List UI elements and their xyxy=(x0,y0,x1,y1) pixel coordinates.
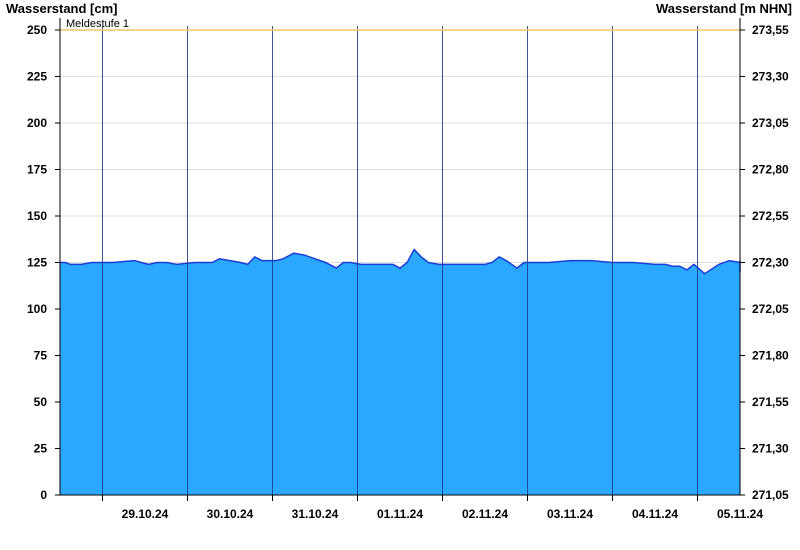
y-tick-label-left: 50 xyxy=(34,395,48,409)
y-tick-label-left: 150 xyxy=(27,209,47,223)
y-tick-label-right: 272,30 xyxy=(752,256,789,270)
y-tick-label-left: 75 xyxy=(34,349,48,363)
y-tick-label-left: 250 xyxy=(27,23,47,37)
y-tick-label-left: 25 xyxy=(34,442,48,456)
x-tick-label: 03.11.24 xyxy=(547,507,593,521)
x-tick-label: 04.11.24 xyxy=(632,507,678,521)
y-tick-label-right: 271,30 xyxy=(752,442,789,456)
y-tick-label-left: 175 xyxy=(27,163,47,177)
y-tick-label-right: 272,80 xyxy=(752,163,789,177)
y-tick-label-left: 100 xyxy=(27,302,47,316)
x-tick-label: 31.10.24 xyxy=(292,507,339,521)
right-axis-title: Wasserstand [m NHN] xyxy=(656,1,792,16)
y-tick-label-right: 272,05 xyxy=(752,302,789,316)
y-tick-label-right: 273,05 xyxy=(752,116,789,130)
y-tick-label-right: 271,05 xyxy=(752,488,789,502)
y-tick-label-left: 200 xyxy=(27,116,47,130)
x-tick-label: 02.11.24 xyxy=(462,507,508,521)
y-tick-label-right: 273,30 xyxy=(752,70,789,84)
y-tick-label-left: 225 xyxy=(27,70,47,84)
x-tick-label: 01.11.24 xyxy=(377,507,423,521)
x-tick-label: 29.10.24 xyxy=(122,507,169,521)
x-tick-label: 05.11.24 xyxy=(717,507,763,521)
water-level-area xyxy=(60,248,741,495)
y-tick-label-right: 271,55 xyxy=(752,395,789,409)
left-axis-title: Wasserstand [cm] xyxy=(6,1,118,16)
y-tick-label-right: 271,80 xyxy=(752,349,789,363)
y-tick-label-right: 272,55 xyxy=(752,209,789,223)
x-tick-label: 30.10.24 xyxy=(207,507,254,521)
reference-line: Meldestufe 1 xyxy=(60,18,740,31)
water-level-chart: Meldestufe 1 0 271,05 25 271,30 50 271,55 75 27… xyxy=(6,1,792,521)
water-level-fill xyxy=(60,249,740,495)
y-tick-label-left: 0 xyxy=(40,488,47,502)
y-tick-label-right: 273,55 xyxy=(752,23,789,37)
meldestufe-label: Meldestufe 1 xyxy=(66,18,129,30)
y-tick-label-left: 125 xyxy=(27,256,47,270)
